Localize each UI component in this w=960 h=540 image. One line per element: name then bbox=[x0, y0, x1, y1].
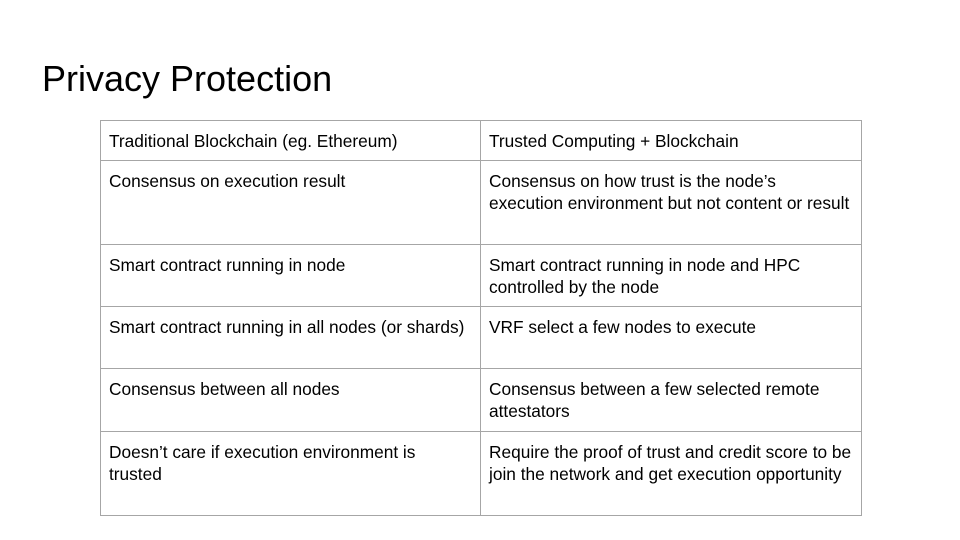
table-row: Consensus between all nodes Consensus be… bbox=[100, 368, 862, 432]
table-cell-left: Smart contract running in node bbox=[100, 244, 481, 307]
slide-title: Privacy Protection bbox=[42, 58, 333, 99]
table-cell-right: VRF select a few nodes to execute bbox=[480, 306, 862, 369]
table-cell-right: Consensus between a few selected remote … bbox=[480, 368, 862, 432]
table-header-row: Traditional Blockchain (eg. Ethereum) Tr… bbox=[100, 120, 862, 161]
table-cell-right: Smart contract running in node and HPC c… bbox=[480, 244, 862, 307]
table-cell-left: Consensus on execution result bbox=[100, 160, 481, 245]
table-cell-left: Consensus between all nodes bbox=[100, 368, 481, 432]
comparison-table: Traditional Blockchain (eg. Ethereum) Tr… bbox=[100, 120, 862, 516]
table-row: Smart contract running in node Smart con… bbox=[100, 244, 862, 307]
table-row: Smart contract running in all nodes (or … bbox=[100, 306, 862, 369]
table-cell-left: Smart contract running in all nodes (or … bbox=[100, 306, 481, 369]
table-cell-right: Trusted Computing + Blockchain bbox=[480, 120, 862, 161]
table-cell-left: Traditional Blockchain (eg. Ethereum) bbox=[100, 120, 481, 161]
table-row: Doesn’t care if execution environment is… bbox=[100, 431, 862, 516]
table-cell-left: Doesn’t care if execution environment is… bbox=[100, 431, 481, 516]
table-cell-right: Consensus on how trust is the node’s exe… bbox=[480, 160, 862, 245]
table-row: Consensus on execution result Consensus … bbox=[100, 160, 862, 245]
table-cell-right: Require the proof of trust and credit sc… bbox=[480, 431, 862, 516]
slide: Privacy Protection Traditional Blockchai… bbox=[0, 0, 960, 540]
